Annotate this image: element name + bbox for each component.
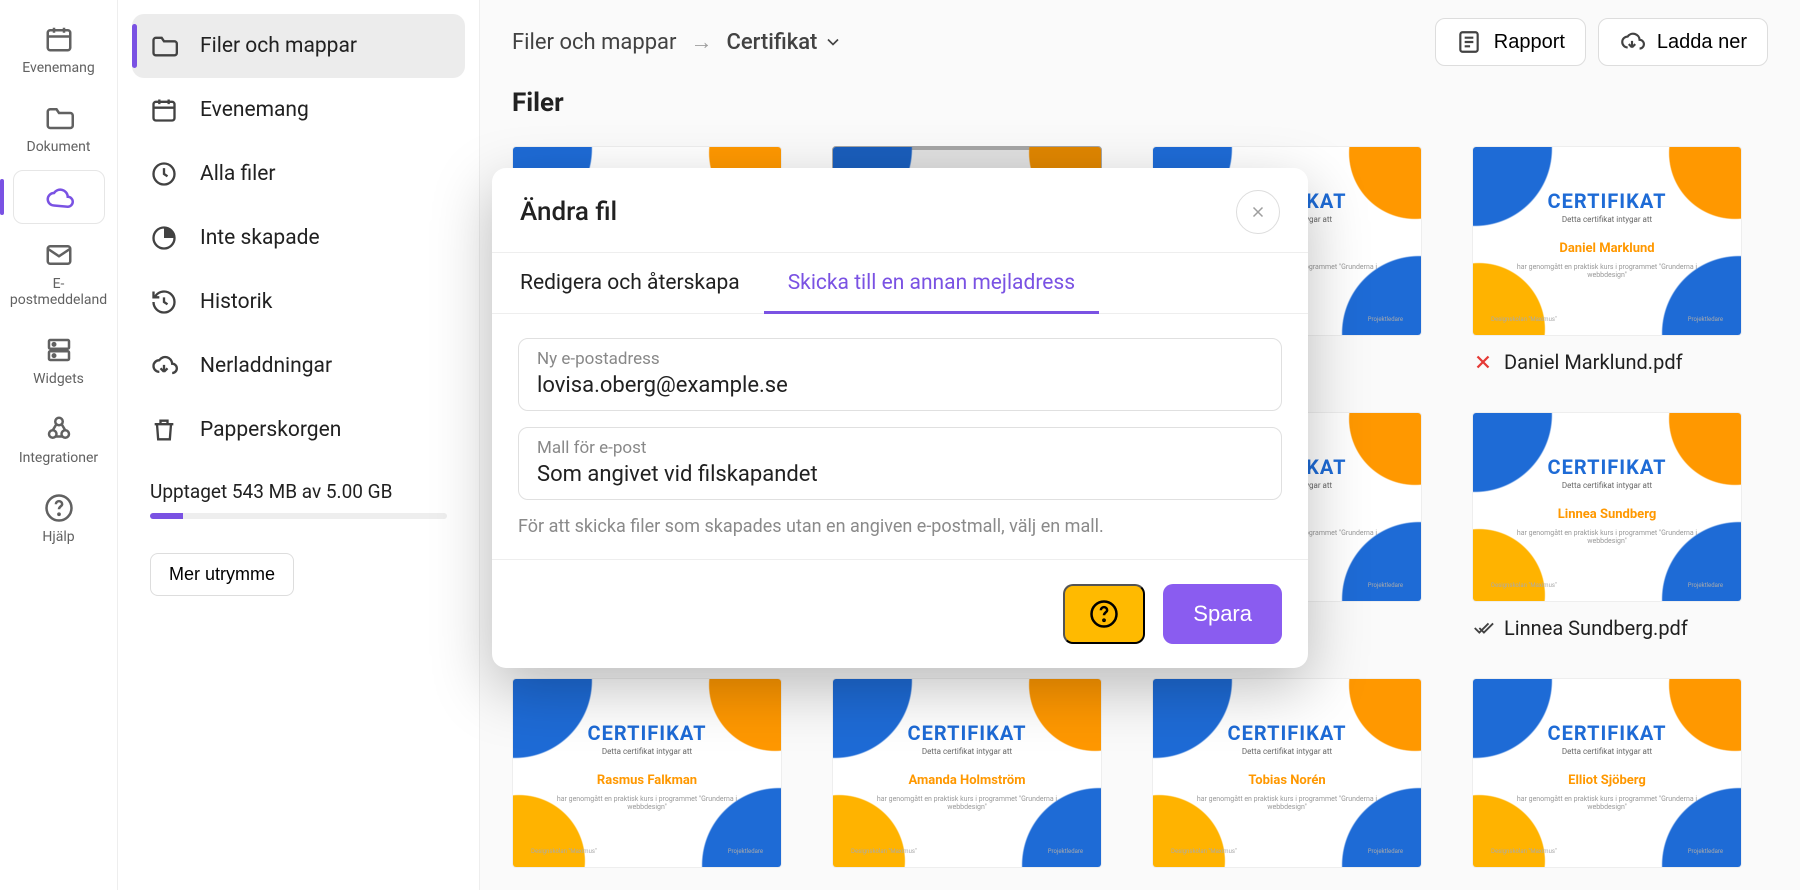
storage-text: Upptaget 543 MB av 5.00 GB (150, 480, 392, 503)
template-field[interactable]: Mall för e-post Som angivet vid filskapa… (518, 427, 1282, 500)
rail-item-folder[interactable]: Dokument (13, 91, 105, 166)
modal-title: Ändra fil (520, 197, 617, 227)
section-title: Filer (512, 88, 1768, 118)
help-button[interactable] (1063, 584, 1145, 644)
topbar-actions: Rapport Ladda ner (1435, 18, 1768, 66)
download-button[interactable]: Ladda ner (1598, 18, 1768, 66)
rail-item-mail[interactable]: E-postmeddeland (13, 228, 105, 320)
cloud-icon (44, 183, 74, 213)
file-caption: Linnea Sundberg.pdf (1472, 616, 1742, 640)
help-icon (1089, 599, 1119, 629)
sidebar-item-download[interactable]: Nerladdningar (132, 334, 465, 398)
sidebar-item-label: Alla filer (200, 162, 276, 186)
tab-send-email[interactable]: Skicka till en annan mejladress (764, 253, 1099, 313)
close-icon (1249, 203, 1267, 221)
file-thumbnail[interactable]: CERTIFIKAT Detta certifikat intygar att … (512, 678, 782, 868)
rail-label: Integrationer (19, 450, 98, 467)
email-value: lovisa.oberg@example.se (537, 373, 1263, 398)
modal-header: Ändra fil (492, 168, 1308, 252)
history-icon (150, 288, 178, 316)
clock-icon (150, 160, 178, 188)
file-thumbnail[interactable]: CERTIFIKAT Detta certifikat intygar att … (1472, 146, 1742, 336)
tab-edit-recreate[interactable]: Redigera och återskapa (496, 253, 764, 313)
rail-item-help[interactable]: Hjälp (13, 481, 105, 556)
report-icon (1456, 29, 1482, 55)
sidebar-item-folder[interactable]: Filer och mappar (132, 14, 465, 78)
mail-icon (44, 240, 74, 270)
file-thumbnail[interactable]: CERTIFIKAT Detta certifikat intygar att … (1152, 678, 1422, 868)
chevron-right-icon: → (690, 29, 712, 55)
template-label: Mall för e-post (537, 438, 1263, 458)
modal-tabs: Redigera och återskapa Skicka till en an… (492, 252, 1308, 314)
rail-item-calendar[interactable]: Evenemang (13, 12, 105, 87)
sidebar-item-trash[interactable]: Papperskorgen (132, 398, 465, 462)
calendar-icon (150, 96, 178, 124)
sidebar-item-label: Papperskorgen (200, 418, 341, 442)
more-space-button[interactable]: Mer utrymme (150, 553, 294, 596)
primary-nav-rail: Evenemang Dokument E-postmeddeland Widgets I… (0, 0, 118, 890)
progress-icon (150, 224, 178, 252)
breadcrumb: Filer och mappar → Certifikat (512, 29, 843, 55)
template-value: Som angivet vid filskapandet (537, 462, 1263, 487)
breadcrumb-current[interactable]: Certifikat (726, 30, 843, 55)
file-card[interactable]: CERTIFIKAT Detta certifikat intygar att … (832, 678, 1102, 868)
folder-icon (44, 103, 74, 133)
file-thumbnail[interactable]: CERTIFIKAT Detta certifikat intygar att … (1472, 412, 1742, 602)
email-field[interactable]: Ny e-postadress lovisa.oberg@example.se (518, 338, 1282, 411)
trash-icon (150, 416, 178, 444)
file-card[interactable]: CERTIFIKAT Detta certifikat intygar att … (1472, 146, 1742, 374)
sidebar-item-label: Nerladdningar (200, 354, 332, 378)
sidebar-item-label: Historik (200, 290, 272, 314)
file-name: Linnea Sundberg.pdf (1504, 616, 1688, 640)
close-button[interactable] (1236, 190, 1280, 234)
secondary-sidebar: Filer och mappar Evenemang Alla filer Inte … (118, 0, 480, 890)
file-card[interactable]: CERTIFIKAT Detta certifikat intygar att … (1472, 678, 1742, 868)
file-name: Daniel Marklund.pdf (1504, 350, 1683, 374)
edit-file-modal: Ändra fil Redigera och återskapa Skicka … (492, 168, 1308, 668)
server-icon (44, 335, 74, 365)
sidebar-item-progress[interactable]: Inte skapade (132, 206, 465, 270)
calendar-icon (44, 24, 74, 54)
topbar: Filer och mappar → Certifikat Rapport La… (512, 16, 1768, 68)
email-label: Ny e-postadress (537, 349, 1263, 369)
template-hint: För att skicka filer som skapades utan e… (518, 516, 1282, 537)
webhook-icon (44, 414, 74, 444)
storage-bar (150, 513, 447, 519)
file-thumbnail[interactable]: CERTIFIKAT Detta certifikat intygar att … (832, 678, 1102, 868)
sidebar-item-label: Evenemang (200, 98, 309, 122)
rail-label: Widgets (33, 371, 84, 388)
file-card[interactable]: CERTIFIKAT Detta certifikat intygar att … (512, 678, 782, 868)
rail-label: E-postmeddeland (10, 276, 107, 310)
chevron-down-icon (823, 32, 843, 52)
rail-item-server[interactable]: Widgets (13, 323, 105, 398)
file-thumbnail[interactable]: CERTIFIKAT Detta certifikat intygar att … (1472, 678, 1742, 868)
rail-item-cloud[interactable] (13, 170, 105, 224)
modal-body: Ny e-postadress lovisa.oberg@example.se … (492, 314, 1308, 559)
download-cloud-icon (1619, 29, 1645, 55)
file-card[interactable]: CERTIFIKAT Detta certifikat intygar att … (1472, 412, 1742, 640)
rail-item-webhook[interactable]: Integrationer (13, 402, 105, 477)
rail-label: Evenemang (22, 60, 95, 77)
folder-icon (150, 32, 178, 60)
file-caption: Daniel Marklund.pdf (1472, 350, 1742, 374)
modal-footer: Spara (492, 559, 1308, 668)
sidebar-item-history[interactable]: Historik (132, 270, 465, 334)
sidebar-item-clock[interactable]: Alla filer (132, 142, 465, 206)
sidebar-item-label: Inte skapade (200, 226, 320, 250)
report-button[interactable]: Rapport (1435, 18, 1586, 66)
save-button[interactable]: Spara (1163, 584, 1282, 644)
sent-icon (1472, 617, 1494, 639)
download-icon (150, 352, 178, 380)
sidebar-item-calendar[interactable]: Evenemang (132, 78, 465, 142)
breadcrumb-root[interactable]: Filer och mappar (512, 30, 676, 55)
file-card[interactable]: CERTIFIKAT Detta certifikat intygar att … (1152, 678, 1422, 868)
storage-usage: Upptaget 543 MB av 5.00 GB (132, 462, 465, 537)
sidebar-item-label: Filer och mappar (200, 34, 357, 58)
help-icon (44, 493, 74, 523)
error-icon (1472, 351, 1494, 373)
rail-label: Dokument (27, 139, 91, 156)
rail-label: Hjälp (42, 529, 74, 546)
